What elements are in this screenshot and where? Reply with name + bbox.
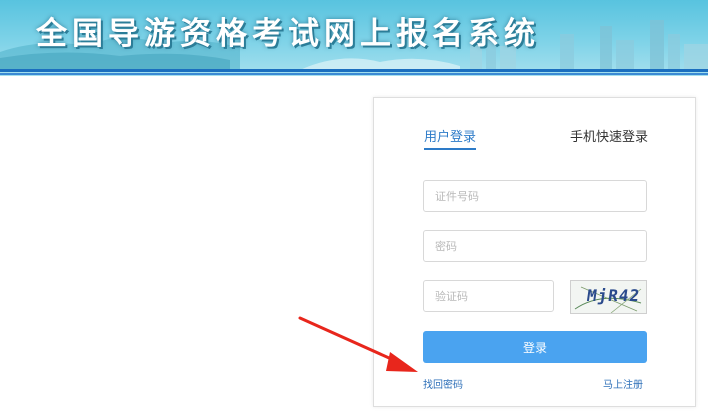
tab-phone-quick-login[interactable]: 手机快速登录 <box>570 126 648 145</box>
register-link[interactable]: 马上注册 <box>603 376 643 391</box>
captcha-input[interactable] <box>423 280 554 312</box>
login-panel: 用户登录 手机快速登录 MjR42 登录 找回密码 马上注册 <box>373 97 696 407</box>
header-rule-secondary <box>0 73 708 75</box>
password-input[interactable] <box>423 230 647 262</box>
header-banner: 全国导游资格考试网上报名系统 <box>0 0 708 76</box>
login-button[interactable]: 登录 <box>423 331 647 363</box>
site-title: 全国导游资格考试网上报名系统 <box>36 16 540 52</box>
header-rule <box>0 69 708 72</box>
id-number-input[interactable] <box>423 180 647 212</box>
captcha-image[interactable]: MjR42 <box>570 280 647 314</box>
captcha-text: MjR42 <box>585 286 642 305</box>
forgot-password-link[interactable]: 找回密码 <box>423 376 463 391</box>
tab-user-login[interactable]: 用户登录 <box>424 126 477 150</box>
